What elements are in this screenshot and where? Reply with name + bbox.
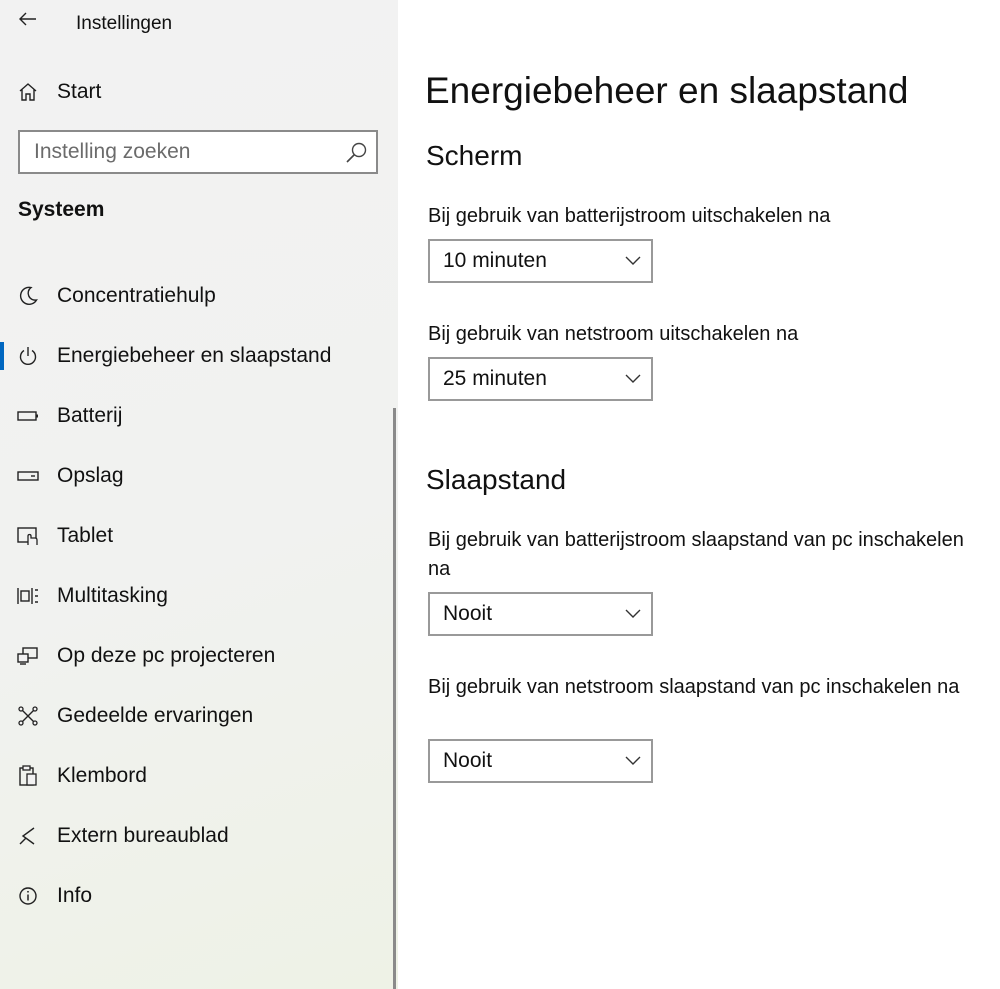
battery-icon [14,402,42,430]
title-bar: Instellingen [0,0,398,50]
sidebar-item-concentratiehulp[interactable]: Concentratiehulp [0,266,390,326]
sidebar-item-label: Batterij [57,404,123,427]
search-box[interactable] [18,130,378,174]
sidebar-item-label: Op deze pc projecteren [57,644,276,667]
clipboard-icon [14,762,42,790]
dropdown-value: Nooit [443,749,493,772]
sidebar-item-extern-bureaublad[interactable]: Extern bureaublad [0,806,390,866]
storage-icon [14,462,42,490]
sidebar-item-opslag[interactable]: Opslag [0,446,390,506]
project-icon [14,642,42,670]
sidebar-home[interactable]: Start [0,70,398,114]
back-button[interactable] [10,4,46,34]
sidebar-item-label: Extern bureaublad [57,824,229,847]
dropdown-value: 10 minuten [443,249,547,272]
main-content: Energiebeheer en slaapstand Scherm Bij g… [398,0,1000,989]
sidebar-item-projecteren[interactable]: Op deze pc projecteren [0,626,390,686]
sidebar-item-label: Info [57,884,93,907]
sidebar-item-label: Energiebeheer en slaapstand [57,344,332,367]
sidebar-item-label: Tablet [57,524,114,547]
section-heading: Systeem [18,198,105,221]
dropdown-value: Nooit [443,602,493,625]
sleep-plugged-dropdown[interactable]: Nooit [428,739,653,783]
chevron-down-icon [625,609,641,618]
sidebar-home-label: Start [57,80,102,103]
sidebar-nav: Concentratiehulp Energiebeheer en slaaps… [0,266,390,926]
screen-plugged-label: Bij gebruik van netstroom uitschakelen n… [428,323,799,345]
sidebar-item-info[interactable]: Info [0,866,390,926]
screen-battery-label: Bij gebruik van batterijstroom uitschake… [428,205,831,227]
sidebar-item-multitasking[interactable]: Multitasking [0,566,390,626]
moon-icon [14,282,42,310]
sleep-plugged-label: Bij gebruik van netstroom slaapstand van… [428,676,960,698]
search-icon[interactable] [344,140,370,166]
sleep-section-title: Slaapstand [426,464,567,495]
sidebar-item-label: Klembord [57,764,147,787]
screen-battery-dropdown[interactable]: 10 minuten [428,239,653,283]
sidebar-scrollbar[interactable] [393,408,396,989]
remote-desktop-icon [14,822,42,850]
sleep-battery-dropdown[interactable]: Nooit [428,592,653,636]
dropdown-value: 25 minuten [443,367,547,390]
sidebar-item-energiebeheer[interactable]: Energiebeheer en slaapstand [0,326,390,386]
page-title: Energiebeheer en slaapstand [425,70,909,111]
sidebar-item-batterij[interactable]: Batterij [0,386,390,446]
search-input[interactable] [20,132,340,172]
sidebar-item-label: Opslag [57,464,124,487]
back-arrow-icon [19,12,36,26]
home-icon [14,78,42,106]
sleep-battery-label: Bij gebruik van batterijstroom slaapstan… [428,529,964,580]
chevron-down-icon [625,756,641,765]
multitasking-icon [14,582,42,610]
sidebar-item-label: Concentratiehulp [57,284,216,307]
screen-plugged-dropdown[interactable]: 25 minuten [428,357,653,401]
sidebar: Instellingen Start Systeem Concentrat [0,0,398,989]
app-title: Instellingen [76,13,173,34]
power-icon [14,342,42,370]
info-icon [14,882,42,910]
shared-experiences-icon [14,702,42,730]
sidebar-item-tablet[interactable]: Tablet [0,506,390,566]
sidebar-item-label: Multitasking [57,584,168,607]
chevron-down-icon [625,374,641,383]
chevron-down-icon [625,256,641,265]
tablet-icon [14,522,42,550]
screen-section-title: Scherm [426,140,523,171]
sidebar-item-gedeelde-ervaringen[interactable]: Gedeelde ervaringen [0,686,390,746]
sidebar-item-klembord[interactable]: Klembord [0,746,390,806]
sidebar-item-label: Gedeelde ervaringen [57,704,254,727]
